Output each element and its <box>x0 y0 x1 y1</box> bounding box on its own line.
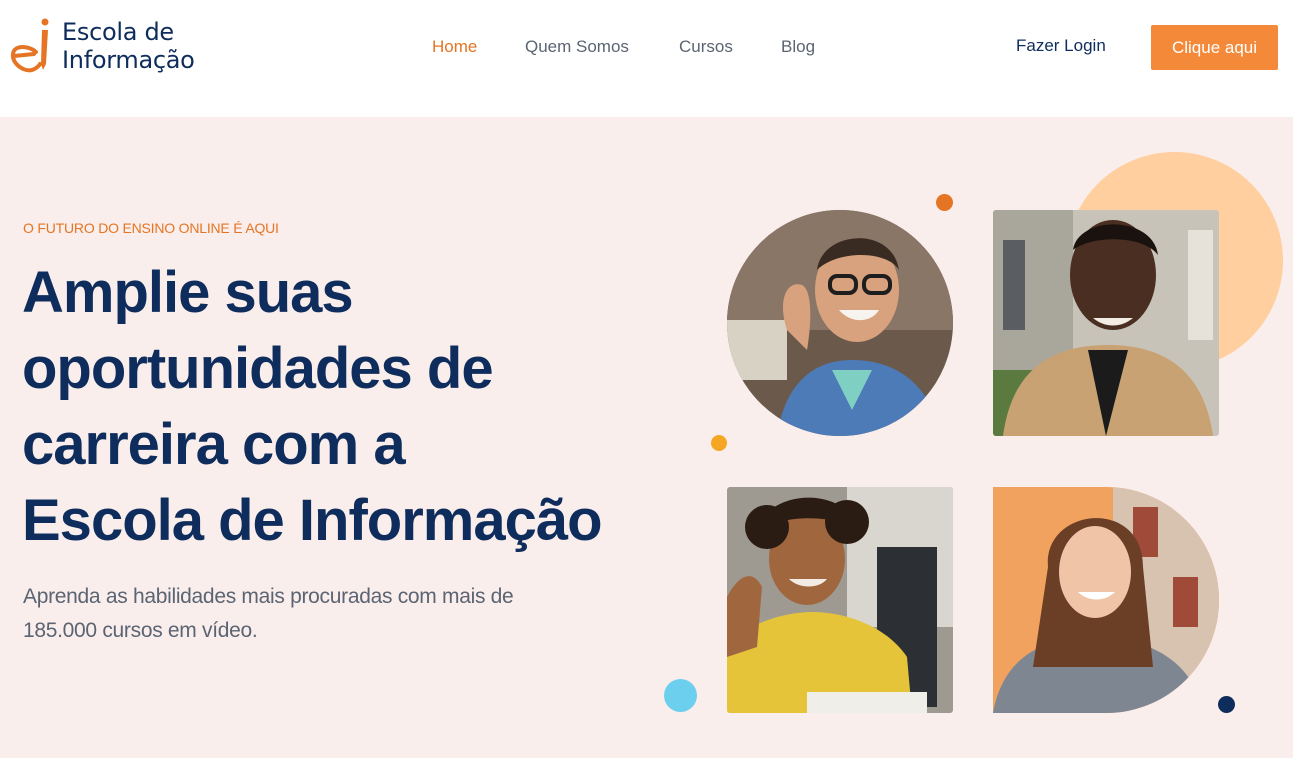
man-in-coat-image <box>993 210 1219 436</box>
hero-eyebrow: O FUTURO DO ENSINO ONLINE É AQUI <box>23 220 279 236</box>
blue-dot-decoration <box>664 679 697 712</box>
login-link[interactable]: Fazer Login <box>1016 36 1106 56</box>
man-in-yellow-shirt-image <box>727 487 953 713</box>
logo-line-2: Informação <box>62 46 195 74</box>
headline-line-3: carreira com a <box>22 412 406 477</box>
site-header: Escola de Informação Home Quem Somos Cur… <box>0 0 1293 117</box>
man-with-glasses-image <box>727 210 953 436</box>
hero-headline: Amplie suas oportunidades de carreira co… <box>22 255 662 559</box>
nav-item-quem-somos[interactable]: Quem Somos <box>525 37 629 57</box>
man-with-glasses-photo <box>727 210 953 436</box>
cta-button[interactable]: Clique aqui <box>1151 25 1278 70</box>
logo[interactable]: Escola de Informação <box>10 16 220 80</box>
nav-item-blog[interactable]: Blog <box>781 37 815 57</box>
woman-smiling-photo <box>993 487 1219 713</box>
headline-line-2: oportunidades de <box>22 336 494 401</box>
orange-dot-decoration <box>936 194 953 211</box>
man-in-coat-photo <box>993 210 1219 436</box>
headline-bold: Escola de Informação <box>22 488 603 553</box>
headline-line-1: Amplie suas <box>22 260 354 325</box>
nav-item-home[interactable]: Home <box>432 37 477 57</box>
nav-item-cursos[interactable]: Cursos <box>679 37 733 57</box>
hero-section: O FUTURO DO ENSINO ONLINE É AQUI Amplie … <box>0 117 1293 758</box>
hero-subtitle: Aprenda as habilidades mais procuradas c… <box>23 585 514 642</box>
woman-smiling-image <box>993 487 1219 713</box>
navy-dot-decoration <box>1218 696 1235 713</box>
logo-line-1: Escola de <box>62 18 174 46</box>
yellow-dot-decoration <box>711 435 727 451</box>
logo-mark-icon <box>11 18 49 73</box>
logo-text: Escola de Informação <box>62 18 195 74</box>
man-in-yellow-shirt-photo <box>727 487 953 713</box>
